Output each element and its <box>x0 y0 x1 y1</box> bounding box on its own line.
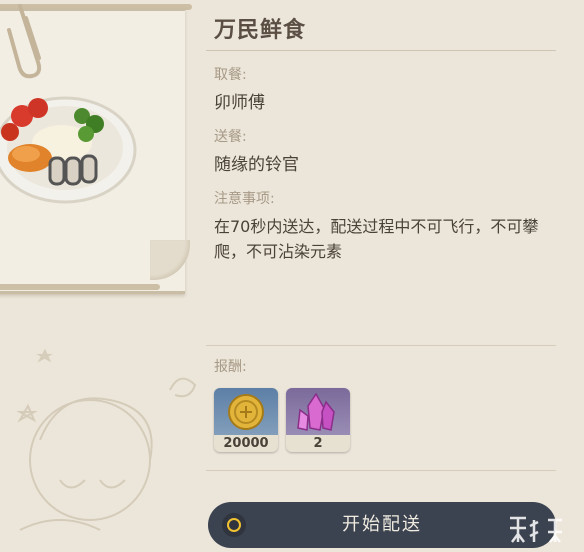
scroll-bottom-rod <box>0 284 160 290</box>
rewards-divider <box>206 345 556 346</box>
pickup-value: 卯师傅 <box>214 93 265 113</box>
notes-label: 注意事项: <box>214 191 275 207</box>
reward-item-mora[interactable]: 20000 <box>214 388 278 452</box>
title-divider <box>206 50 556 51</box>
paperclip-icon <box>7 4 42 79</box>
bottom-divider <box>206 470 556 471</box>
commission-title: 万民鲜食 <box>214 18 307 43</box>
watermark-logo <box>510 516 562 543</box>
reward-count: 2 <box>286 435 350 452</box>
mora-coin-icon <box>228 394 264 430</box>
delivery-value: 随缘的铃官 <box>214 155 299 175</box>
dish-image <box>0 96 137 204</box>
delivery-label: 送餐: <box>214 129 247 145</box>
character-sketch-background <box>16 348 197 531</box>
reward-count: 20000 <box>214 435 278 452</box>
pickup-label: 取餐: <box>214 67 247 83</box>
notes-text: 在70秒内送达，配送过程中不可飞行，不可攀爬，不可沾染元素 <box>214 217 539 261</box>
reward-item-crystal[interactable]: 2 <box>286 388 350 452</box>
crystal-icon <box>297 392 335 431</box>
rewards-label: 报酬: <box>214 359 247 375</box>
